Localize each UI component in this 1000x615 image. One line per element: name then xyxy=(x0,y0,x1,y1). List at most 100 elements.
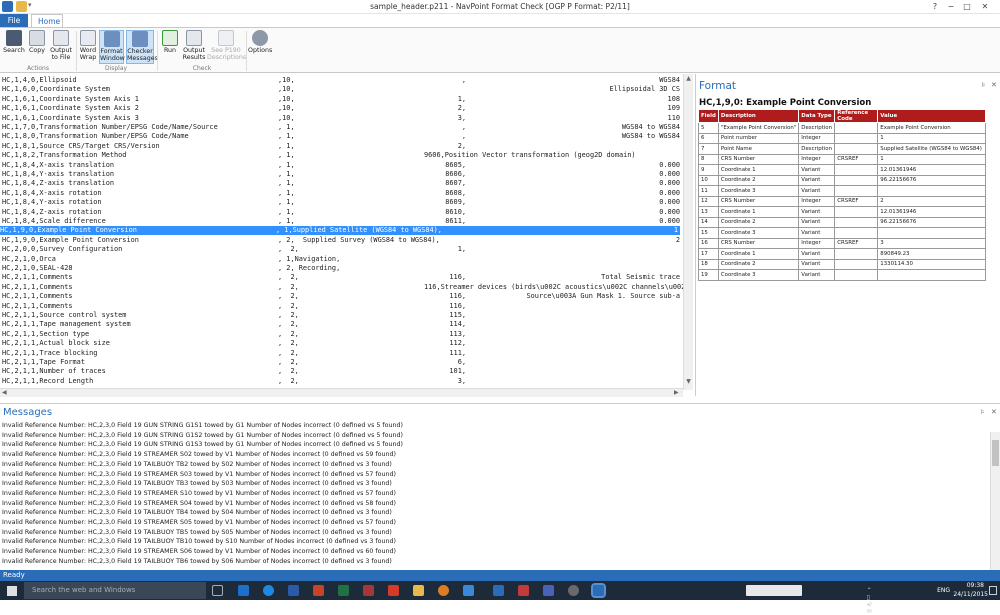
message-line[interactable]: Invalid Reference Number: HC,2,3,0 Field… xyxy=(2,537,396,547)
editor-horizontal-scrollbar[interactable]: ◀ ▶ xyxy=(0,388,683,397)
windows-start-icon[interactable] xyxy=(7,586,17,596)
close-panel-icon[interactable]: ✕ xyxy=(991,408,997,416)
editor-line[interactable]: HC,1,8,4,Y-axis translation , 1, 8606, 0.00… xyxy=(2,170,682,179)
editor-line[interactable]: HC,1,8,2,Transformation Method , 1, 9606,P… xyxy=(2,151,682,160)
editor-line[interactable]: HC,2,1,1,Comments , 2, 116, xyxy=(2,302,682,311)
search-button[interactable]: Search xyxy=(3,30,25,54)
editor-line[interactable]: HC,2,1,1,Section type , 2, 113, xyxy=(2,330,682,339)
clock-date[interactable]: 24/11/2015 xyxy=(953,591,988,598)
editor-line[interactable]: HC,2,1,1,Source control system , 2, 115, xyxy=(2,311,682,320)
editor-line[interactable]: HC,2,1,1,Tape management system , 2, 114, xyxy=(2,320,682,329)
editor-line[interactable]: HC,2,1,1,Tape Format , 2, 6, xyxy=(2,358,682,367)
message-line[interactable]: Invalid Reference Number: HC,2,3,0 Field… xyxy=(2,421,403,431)
close-button[interactable]: ✕ xyxy=(978,1,992,13)
output-results-button[interactable]: Output Results xyxy=(182,30,206,61)
tab-home[interactable]: Home xyxy=(31,14,63,27)
pin-icon[interactable]: ⊧ xyxy=(982,81,986,89)
outlook-icon[interactable] xyxy=(238,585,249,596)
editor-line[interactable]: HC,1,6,0,Coordinate System ,10, Ellipsoida… xyxy=(2,85,682,94)
word-icon[interactable] xyxy=(288,585,299,596)
task-view-icon[interactable] xyxy=(212,585,223,596)
message-line[interactable]: Invalid Reference Number: HC,2,3,0 Field… xyxy=(2,460,392,470)
editor-line[interactable]: HC,2,1,1,Number of traces , 2, 101, xyxy=(2,367,682,376)
message-line[interactable]: Invalid Reference Number: HC,2,3,0 Field… xyxy=(2,470,396,480)
message-line[interactable]: Invalid Reference Number: HC,2,3,0 Field… xyxy=(2,440,403,450)
editor-line[interactable]: HC,2,0,0,Survey Configuration , 2, 1, xyxy=(2,245,682,254)
message-line[interactable]: Invalid Reference Number: HC,2,3,0 Field… xyxy=(2,557,392,567)
message-line[interactable]: Invalid Reference Number: HC,2,3,0 Field… xyxy=(2,479,392,489)
taskbar-search-input[interactable]: Search the web and Windows xyxy=(24,582,206,599)
editor-line[interactable]: HC,2,1,1,Trace blocking , 2, 111, xyxy=(2,349,682,358)
message-line[interactable]: Invalid Reference Number: HC,2,3,0 Field… xyxy=(2,431,403,441)
editor-line[interactable]: HC,2,1,1,Actual block size , 2, 112, xyxy=(2,339,682,348)
editor-line[interactable]: HC,1,9,0,Example Point Conversion , 2, Su… xyxy=(2,236,682,245)
editor-line[interactable]: HC,1,8,4,X-axis rotation , 1, 8608, 0.000 xyxy=(2,189,682,198)
message-line[interactable]: Invalid Reference Number: HC,2,3,0 Field… xyxy=(2,508,392,518)
powerpoint-icon[interactable] xyxy=(313,585,324,596)
editor-line[interactable]: HC,2,1,1,Comments , 2, 116, Total Seismic t… xyxy=(2,273,682,282)
editor-line[interactable]: HC,1,8,4,Z-axis translation , 1, 8607, 0.00… xyxy=(2,179,682,188)
format-window-button[interactable]: Format Window xyxy=(99,30,125,64)
notifications-icon[interactable] xyxy=(989,586,997,595)
editor-line[interactable]: HC,1,8,4,Y-axis rotation , 1, 8609, 0.000 xyxy=(2,198,682,207)
message-line[interactable]: Invalid Reference Number: HC,2,3,0 Field… xyxy=(2,450,396,460)
photos-icon[interactable] xyxy=(463,585,474,596)
language-indicator[interactable]: ENG xyxy=(937,587,950,594)
access-icon[interactable] xyxy=(363,585,374,596)
app-t-icon[interactable] xyxy=(493,585,504,596)
message-line[interactable]: Invalid Reference Number: HC,2,3,0 Field… xyxy=(2,528,392,538)
editor-line[interactable]: HC,1,8,4,Z-axis rotation , 1, 8610, 0.000 xyxy=(2,208,682,217)
media-icon[interactable] xyxy=(568,585,579,596)
scroll-thumb[interactable] xyxy=(992,440,999,466)
editor-line[interactable]: HC,1,7,0,Transformation Number/EPSG Code… xyxy=(2,123,682,132)
output-to-file-button[interactable]: Output to File xyxy=(49,30,73,61)
options-button[interactable]: Options xyxy=(248,30,272,54)
message-line[interactable]: Invalid Reference Number: HC,2,3,0 Field… xyxy=(2,499,396,509)
scroll-down-icon[interactable]: ▼ xyxy=(685,378,692,387)
tab-file[interactable]: File xyxy=(0,14,28,27)
editor-line[interactable]: HC,2,1,1,Record Length , 2, 3, xyxy=(2,377,682,386)
editor-vertical-scrollbar[interactable]: ▲ ▼ xyxy=(683,74,693,390)
close-panel-icon[interactable]: ✕ xyxy=(991,81,997,89)
editor-line[interactable]: HC,1,6,1,Coordinate System Axis 1 ,10, 1, 1… xyxy=(2,95,682,104)
editor-line[interactable]: HC,1,8,4,X-axis translation , 1, 8605, 0.00… xyxy=(2,161,682,170)
editor-line[interactable]: HC,2,1,0,SEAL-428 , 2, Recording, xyxy=(2,264,682,273)
file-explorer-icon[interactable] xyxy=(413,585,424,596)
help-icon[interactable]: ? xyxy=(928,1,942,13)
checker-messages-button[interactable]: Checker Messages xyxy=(126,30,158,64)
word-wrap-button[interactable]: Word Wrap xyxy=(78,30,98,61)
copy-button[interactable]: Copy xyxy=(27,30,47,54)
media-controls[interactable] xyxy=(746,585,802,596)
messages-scrollbar[interactable] xyxy=(990,432,1000,570)
scroll-up-icon[interactable]: ▲ xyxy=(685,75,692,84)
editor-line[interactable]: HC,2,1,1,Comments , 2, 116, Source\u003A Gu… xyxy=(2,292,682,301)
record-editor[interactable]: HC,1,4,6,Ellipsoid ,10,, WGS84 HC,1,6,0,Coo… xyxy=(0,74,683,388)
pin-icon[interactable]: ⊧ xyxy=(981,408,985,416)
maximize-button[interactable]: □ xyxy=(960,1,974,13)
scroll-left-icon[interactable]: ◀ xyxy=(2,389,7,396)
editor-line[interactable]: HC,1,6,1,Coordinate System Axis 3 ,10, 3, 1… xyxy=(2,114,682,123)
clock-time[interactable]: 09:38 xyxy=(967,582,984,589)
message-line[interactable]: Invalid Reference Number: HC,2,3,0 Field… xyxy=(2,547,396,557)
editor-line[interactable]: HC,1,6,1,Coordinate System Axis 2 ,10, 2, 1… xyxy=(2,104,682,113)
remote-desktop-icon[interactable] xyxy=(518,585,529,596)
see-p190-descriptions-button[interactable]: See P190 Descriptions xyxy=(207,30,246,61)
message-line[interactable]: Invalid Reference Number: HC,2,3,0 Field… xyxy=(2,518,396,528)
editor-line[interactable]: HC,1,8,0,Transformation Number/EPSG Code… xyxy=(2,132,682,141)
acrobat-icon[interactable] xyxy=(388,585,399,596)
editor-line[interactable]: HC,1,9,0,Example Point Conversion , 1,Sup… xyxy=(0,226,680,236)
excel-icon[interactable] xyxy=(338,585,349,596)
tray-icons[interactable]: ⌃ ▯ ◂) ✉ xyxy=(867,587,872,615)
edge-browser-icon[interactable] xyxy=(263,585,274,596)
run-button[interactable]: Run xyxy=(160,30,180,54)
editor-line[interactable]: HC,1,8,1,Source CRS/Target CRS/Version , … xyxy=(2,142,682,151)
editor-line[interactable]: HC,2,1,1,Comments , 2, 116,Streamer device… xyxy=(2,283,683,292)
editor-line[interactable]: HC,1,4,6,Ellipsoid ,10,, WGS84 xyxy=(2,76,682,85)
network-app-icon[interactable] xyxy=(543,585,554,596)
paint-icon[interactable] xyxy=(438,585,449,596)
message-line[interactable]: Invalid Reference Number: HC,2,3,0 Field… xyxy=(2,489,396,499)
minimize-button[interactable]: − xyxy=(944,1,958,13)
editor-line[interactable]: HC,2,1,0,Orca , 1,Navigation, xyxy=(2,255,682,264)
scroll-right-icon[interactable]: ▶ xyxy=(674,389,679,396)
navpoint-taskbar-icon[interactable] xyxy=(591,583,606,598)
